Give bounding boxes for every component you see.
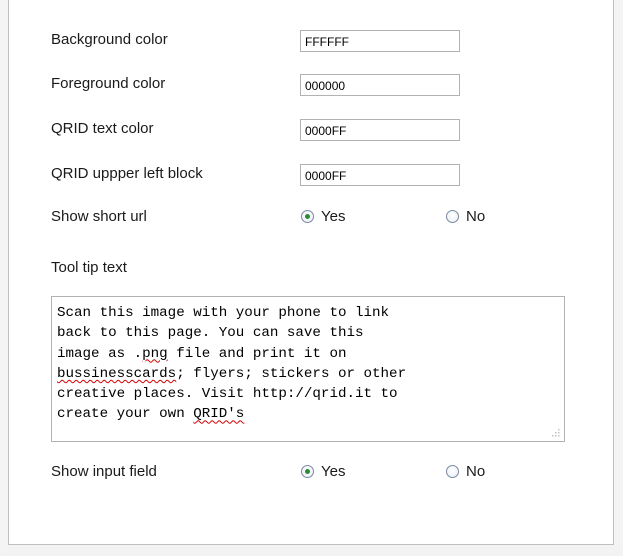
tooltip-line-2: back to this page. You can save this (57, 325, 364, 342)
background-color-input[interactable]: FFFFFF (300, 30, 460, 52)
tooltip-textarea[interactable]: Scan this image with your phone to link … (51, 296, 565, 442)
tooltip-line-6a: create your own (57, 406, 194, 423)
background-color-label: Background color (51, 31, 168, 48)
radio-label: No (466, 208, 486, 225)
qrid-upper-left-block-label: QRID uppper left block (51, 165, 203, 182)
tooltip-line-3a: image as . (57, 345, 143, 362)
page-footer-strip (0, 545, 623, 556)
tooltip-line-3c: file and print it on (167, 345, 347, 362)
foreground-color-input[interactable]: 000000 (300, 74, 460, 96)
radio-label: No (466, 463, 486, 480)
radio-label: Yes (321, 463, 346, 480)
show-short-url-no-radio[interactable]: No (446, 208, 485, 225)
spellcheck-word: QRID's (193, 406, 245, 423)
qrid-upper-left-block-input[interactable]: 0000FF (300, 164, 460, 186)
radio-unchecked-icon[interactable] (446, 465, 459, 478)
qrid-text-color-label: QRID text color (51, 120, 154, 137)
show-short-url-label: Show short url (51, 208, 147, 225)
show-input-field-no-radio[interactable]: No (446, 463, 485, 480)
tooltip-line-5: creative places. Visit http://qrid.it to (57, 386, 398, 403)
tooltip-text-label: Tool tip text (51, 259, 127, 276)
show-input-field-label: Show input field (51, 463, 157, 480)
radio-unchecked-icon[interactable] (446, 210, 459, 223)
spellcheck-word: png (142, 345, 168, 362)
show-input-field-yes-radio[interactable]: Yes (301, 463, 345, 480)
tooltip-line-1: Scan this image with your phone to link (57, 305, 390, 321)
show-short-url-yes-radio[interactable]: Yes (301, 208, 345, 225)
radio-checked-icon[interactable] (301, 210, 314, 223)
foreground-color-label: Foreground color (51, 75, 166, 92)
resize-grip-icon[interactable] (550, 427, 560, 437)
spellcheck-word: bussinesscards (57, 365, 177, 382)
qrid-text-color-input[interactable]: 0000FF (300, 119, 460, 141)
settings-panel: Background color FFFFFF Foreground color… (8, 0, 614, 545)
radio-label: Yes (321, 208, 346, 225)
radio-checked-icon[interactable] (301, 465, 314, 478)
tooltip-line-4b: ; flyers; stickers or other (176, 365, 407, 382)
